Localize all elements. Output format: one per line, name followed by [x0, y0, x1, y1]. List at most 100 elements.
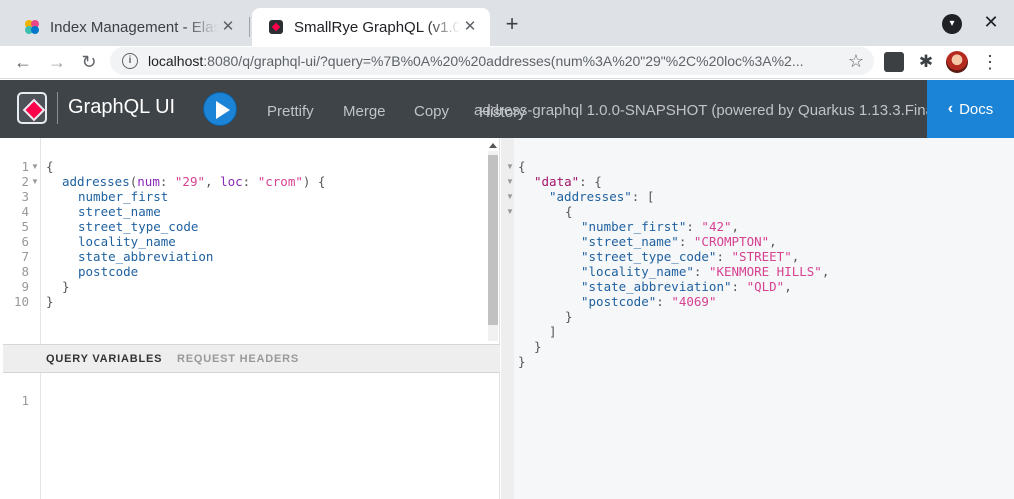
result-value: "CROMPTON"	[693, 234, 770, 249]
result-key: "number_first"	[581, 219, 687, 234]
graphiql-toolbar: GraphQL UI Prettify Merge Copy History a…	[0, 80, 1014, 138]
result-key: "locality_name"	[581, 264, 694, 279]
result-line: "postcode": "4069"	[581, 294, 717, 309]
fold-arrow-icon[interactable]: ▼	[506, 204, 514, 219]
result-value: "42"	[701, 219, 732, 234]
reload-icon[interactable]: ↻	[76, 49, 102, 75]
execute-query-button[interactable]	[203, 92, 237, 126]
result-value: "4069"	[671, 294, 717, 309]
result-line: "street_type_code": "STREET",	[581, 249, 800, 264]
result-line: "data": {	[534, 174, 602, 189]
new-tab-button[interactable]: +	[500, 12, 524, 36]
field-name: postcode	[78, 264, 139, 279]
version-label: address-graphql 1.0.0-SNAPSHOT (powered …	[474, 102, 943, 119]
browser-tab-strip: Index Management - Elastic ✕ SmallRye Gr…	[0, 0, 1014, 46]
back-arrow-icon[interactable]: ←	[10, 49, 36, 75]
result-value: "QLD"	[746, 279, 785, 294]
url-host: localhost	[148, 53, 204, 69]
line-number: 4	[21, 204, 29, 219]
result-line: {	[518, 159, 526, 174]
field-name: street_name	[78, 204, 161, 219]
kebab-menu-icon[interactable]: ⋮	[980, 52, 1000, 72]
scrollbar-thumb[interactable]	[488, 155, 498, 325]
extensions-puzzle-icon[interactable]: ✱	[916, 52, 936, 72]
argument-name: loc	[220, 174, 243, 189]
browser-toolbar: ← → ↻ i localhost:8080/q/graphql-ui/?que…	[0, 46, 1014, 79]
result-line: "number_first": "42",	[581, 219, 740, 234]
variables-editor[interactable]: 1	[3, 373, 500, 499]
bookmark-star-icon[interactable]: ☆	[848, 50, 864, 72]
line-number: 3	[21, 189, 29, 204]
address-bar[interactable]: i localhost:8080/q/graphql-ui/?query=%7B…	[110, 47, 874, 75]
result-key: "state_abbreviation"	[581, 279, 732, 294]
query-editor[interactable]: 1 ▼ 2 ▼ 3 4 5 6 7 8 9 10 { addresses(num…	[3, 138, 500, 351]
chevron-left-icon: ‹	[947, 100, 954, 117]
tab-index-management[interactable]: Index Management - Elastic ✕	[8, 8, 248, 46]
line-number: 6	[21, 234, 29, 249]
result-viewer[interactable]: ▼ ▼ ▼ ▼ { "data": { "addresses": [ { "nu…	[501, 138, 1014, 499]
result-line: "locality_name": "KENMORE HILLS",	[581, 264, 830, 279]
field-name: state_abbreviation	[78, 249, 214, 264]
merge-button[interactable]: Merge	[343, 103, 386, 120]
result-value: "KENMORE HILLS"	[708, 264, 822, 279]
brace: {	[46, 159, 54, 174]
argument-value: "29"	[174, 174, 206, 189]
result-value: "STREET"	[731, 249, 792, 264]
url-text[interactable]: localhost:8080/q/graphql-ui/?query=%7B%0…	[148, 53, 838, 69]
result-line: }	[565, 309, 573, 324]
field-name: number_first	[78, 189, 169, 204]
result-key: "postcode"	[581, 294, 657, 309]
fold-arrow-icon[interactable]: ▼	[506, 159, 514, 174]
tab-request-headers[interactable]: REQUEST HEADERS	[177, 353, 299, 365]
prettify-button[interactable]: Prettify	[267, 103, 314, 120]
result-line: "addresses": [	[549, 189, 655, 204]
line-number: 5	[21, 219, 29, 234]
result-key: "street_name"	[581, 234, 679, 249]
result-gutter: ▼ ▼ ▼ ▼	[501, 138, 514, 499]
tab-smallrye-graphql[interactable]: SmallRye GraphQL (v1.0.20) ✕	[252, 8, 490, 46]
argument-value: "crom"	[257, 174, 303, 189]
result-line: {	[565, 204, 573, 219]
line-number-gutter: 1 ▼ 2 ▼ 3 4 5 6 7 8 9 10	[3, 138, 41, 344]
copy-button[interactable]: Copy	[414, 103, 449, 120]
line-number: 2	[21, 174, 29, 189]
reader-extension-icon[interactable]	[884, 52, 904, 72]
line-number: 1	[21, 393, 29, 408]
result-line: }	[534, 339, 542, 354]
line-number: 10	[13, 294, 29, 309]
profile-avatar[interactable]	[946, 51, 968, 73]
tab-search-icon[interactable]: ▾	[942, 14, 962, 34]
elastic-icon	[24, 19, 40, 35]
fold-arrow-icon[interactable]: ▼	[31, 174, 39, 189]
addresses-key: "addresses"	[549, 189, 632, 204]
tab-separator	[249, 17, 250, 37]
url-path: :8080/q/graphql-ui/?query=%7B%0A%20%20ad…	[203, 53, 804, 69]
forward-arrow-icon[interactable]: →	[44, 49, 70, 75]
result-line: }	[518, 354, 526, 369]
brace: }	[46, 294, 54, 309]
result-line: "state_abbreviation": "QLD",	[581, 279, 792, 294]
line-number: 9	[21, 279, 29, 294]
fold-arrow-icon[interactable]: ▼	[31, 159, 39, 174]
field-name: locality_name	[78, 234, 176, 249]
line-number: 1	[21, 159, 29, 174]
argument-name: num	[137, 174, 160, 189]
result-line: ]	[549, 324, 557, 339]
info-icon[interactable]: i	[122, 53, 138, 69]
fold-arrow-icon[interactable]: ▼	[506, 189, 514, 204]
smallrye-logo-icon	[17, 92, 47, 124]
editor-scrollbar[interactable]	[488, 143, 498, 351]
fold-arrow-icon[interactable]: ▼	[506, 174, 514, 189]
docs-button[interactable]: ‹ Docs	[927, 80, 1014, 138]
variables-tab-bar: QUERY VARIABLES REQUEST HEADERS	[3, 344, 500, 373]
field-name: street_type_code	[78, 219, 199, 234]
line-number-gutter: 1	[3, 373, 41, 499]
tab-title: Index Management - Elastic	[50, 18, 218, 36]
close-icon[interactable]: ✕	[218, 17, 238, 37]
tab-title: SmallRye GraphQL (v1.0.20)	[294, 18, 460, 36]
root-field: addresses	[62, 174, 130, 189]
window-close-icon[interactable]: ✕	[980, 10, 1002, 34]
close-icon[interactable]: ✕	[460, 17, 480, 37]
scroll-up-icon[interactable]	[489, 143, 497, 148]
tab-query-variables[interactable]: QUERY VARIABLES	[46, 353, 162, 365]
